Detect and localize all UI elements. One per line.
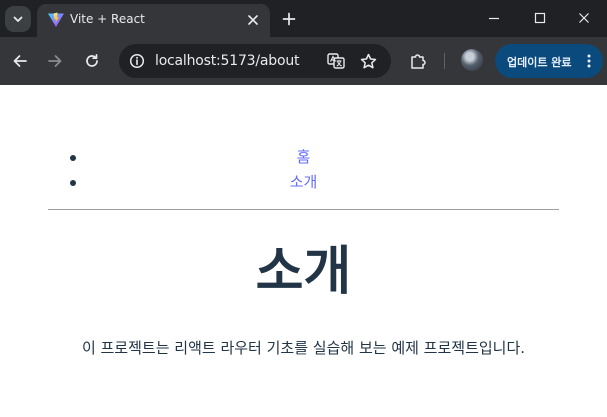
page-title: 소개: [255, 242, 352, 302]
nav-list: 홈 소개: [48, 145, 559, 195]
arrow-left-icon: [13, 55, 27, 67]
arrow-right-icon: [48, 55, 62, 67]
browser-tab[interactable]: Vite + React: [37, 4, 270, 37]
tab-search-button[interactable]: [5, 6, 31, 32]
puzzle-icon: [411, 54, 426, 69]
nav-item-home: 홈: [48, 145, 559, 170]
browser-toolbar: localhost:5173/about 업데이트 완료: [0, 37, 607, 85]
close-icon: [248, 15, 258, 25]
nav-link-home[interactable]: 홈: [297, 148, 311, 166]
tab-close-button[interactable]: [245, 12, 261, 28]
plus-icon: [282, 12, 296, 26]
page-content: 홈 소개 소개 이 프로젝트는 리액트 라우터 기초를 실습해 보는 예제 프로…: [0, 85, 607, 417]
extensions-button[interactable]: [406, 49, 430, 73]
minimize-button[interactable]: [471, 4, 517, 32]
chevron-down-icon: [13, 16, 23, 22]
update-button-label: 업데이트 완료: [507, 56, 572, 69]
tab-title: Vite + React: [70, 12, 145, 26]
divider: [48, 209, 559, 210]
toolbar-separator: [444, 53, 445, 69]
kebab-menu-icon: [587, 54, 591, 68]
site-info-button[interactable]: [125, 49, 149, 73]
vite-logo-icon: [48, 12, 64, 27]
reload-button[interactable]: [80, 49, 104, 73]
avatar[interactable]: [461, 49, 483, 71]
update-complete-button[interactable]: 업데이트 완료: [495, 44, 603, 78]
bookmark-button[interactable]: [356, 49, 380, 73]
close-icon: [579, 13, 589, 23]
url-text: localhost:5173/about: [155, 53, 300, 69]
address-bar[interactable]: localhost:5173/about: [119, 44, 391, 78]
reload-icon: [86, 53, 98, 67]
page-description: 이 프로젝트는 리액트 라우터 기초를 실습해 보는 예제 프로젝트입니다.: [81, 339, 526, 357]
new-tab-button[interactable]: [279, 9, 299, 29]
info-icon: [129, 53, 145, 69]
maximize-button[interactable]: [517, 4, 563, 32]
translate-icon: [327, 53, 345, 69]
star-icon: [360, 53, 376, 68]
menu-button[interactable]: [581, 53, 597, 69]
nav-link-about[interactable]: 소개: [290, 173, 318, 191]
nav-item-about: 소개: [48, 170, 559, 195]
translate-button[interactable]: [324, 49, 348, 73]
maximize-icon: [534, 12, 546, 24]
tab-strip: Vite + React: [0, 0, 607, 37]
minimize-icon: [489, 17, 499, 20]
back-button[interactable]: [8, 49, 32, 73]
forward-button[interactable]: [43, 49, 67, 73]
close-window-button[interactable]: [561, 4, 607, 32]
